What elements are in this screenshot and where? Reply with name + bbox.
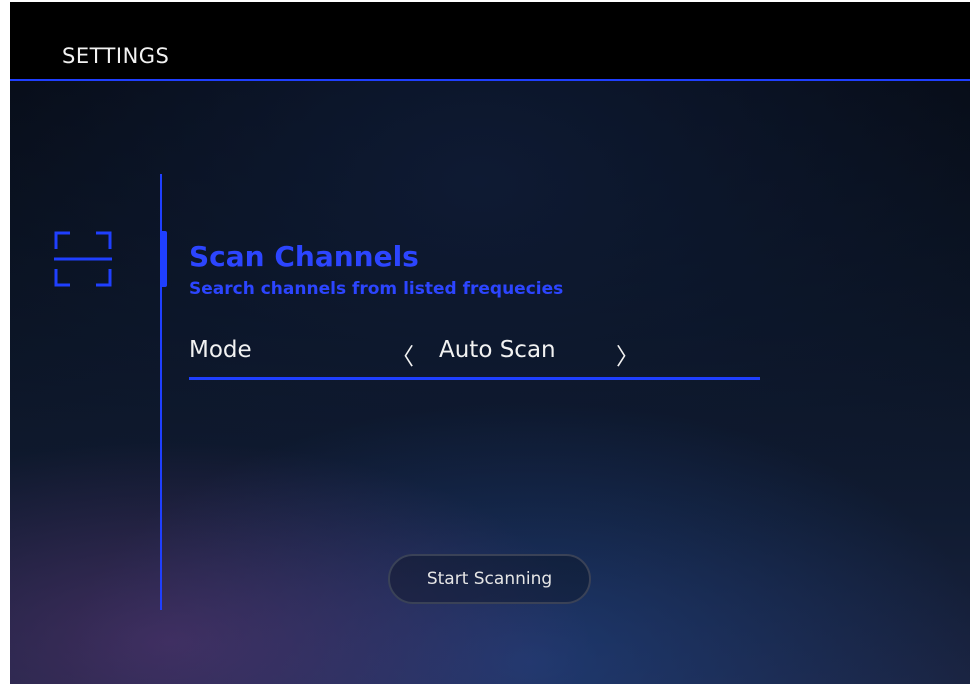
section-title: Scan Channels	[189, 240, 419, 273]
page-title: SETTINGS	[62, 44, 170, 68]
chevron-right-icon[interactable]: 〉	[616, 337, 639, 371]
settings-screen: SETTINGS Scan Channels Search channels f…	[10, 2, 970, 684]
section-subtitle: Search channels from listed frequecies	[189, 279, 564, 299]
scan-frame-icon	[54, 231, 112, 287]
mode-label: Mode	[189, 337, 252, 363]
selection-indicator	[160, 231, 167, 287]
header-bar: SETTINGS	[10, 2, 970, 81]
start-scanning-button[interactable]: Start Scanning	[388, 554, 591, 604]
mode-value: Auto Scan	[439, 337, 556, 363]
chevron-left-icon[interactable]: 〈	[391, 337, 414, 371]
mode-selector[interactable]: Mode 〈 Auto Scan 〉	[189, 335, 760, 380]
